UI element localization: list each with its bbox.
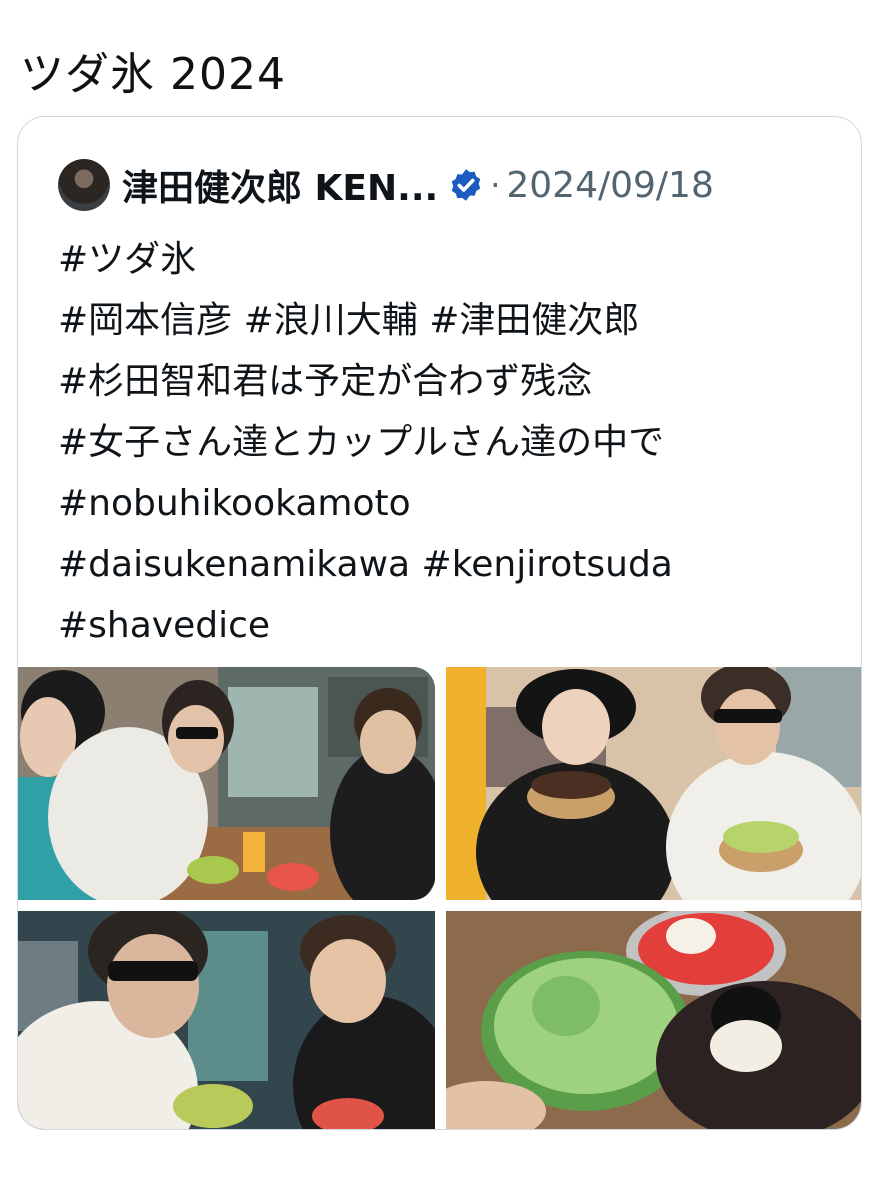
- author-name[interactable]: 津田健次郎 KEN...: [122, 159, 438, 211]
- separator-dot: ·: [490, 166, 501, 204]
- post-text: #ツダ氷 #岡本信彦 #浪川大輔 #津田健次郎 #杉田智和君は予定が合わず残念 …: [58, 229, 838, 656]
- post-date[interactable]: 2024/09/18: [506, 165, 714, 206]
- quoted-post-card[interactable]: 津田健次郎 KEN... · 2024/09/18 #ツダ氷 #岡本信彦 #浪川…: [17, 116, 862, 1130]
- photo-1[interactable]: [18, 667, 435, 900]
- hashtag-line[interactable]: #女子さん達とカップルさん達の中で: [58, 412, 838, 473]
- photo-2[interactable]: [446, 667, 861, 900]
- hashtag-line[interactable]: #shavedice: [58, 595, 838, 656]
- hashtag-line[interactable]: #岡本信彦 #浪川大輔 #津田健次郎: [58, 290, 838, 351]
- page-title: ツダ氷 2024: [20, 49, 286, 100]
- photo-3[interactable]: [18, 911, 435, 1129]
- post-header: 津田健次郎 KEN... · 2024/09/18: [58, 157, 714, 213]
- hashtag-line[interactable]: #nobuhikookamoto: [58, 473, 838, 534]
- hashtag-line[interactable]: #ツダ氷: [58, 229, 838, 290]
- verified-badge-icon: [451, 169, 481, 201]
- hashtag-line[interactable]: #daisukenamikawa #kenjirotsuda: [58, 534, 838, 595]
- photo-4[interactable]: [446, 911, 861, 1129]
- photo-grid: [18, 667, 861, 1129]
- hashtag-line[interactable]: #杉田智和君は予定が合わず残念: [58, 351, 838, 412]
- author-avatar[interactable]: [58, 159, 110, 211]
